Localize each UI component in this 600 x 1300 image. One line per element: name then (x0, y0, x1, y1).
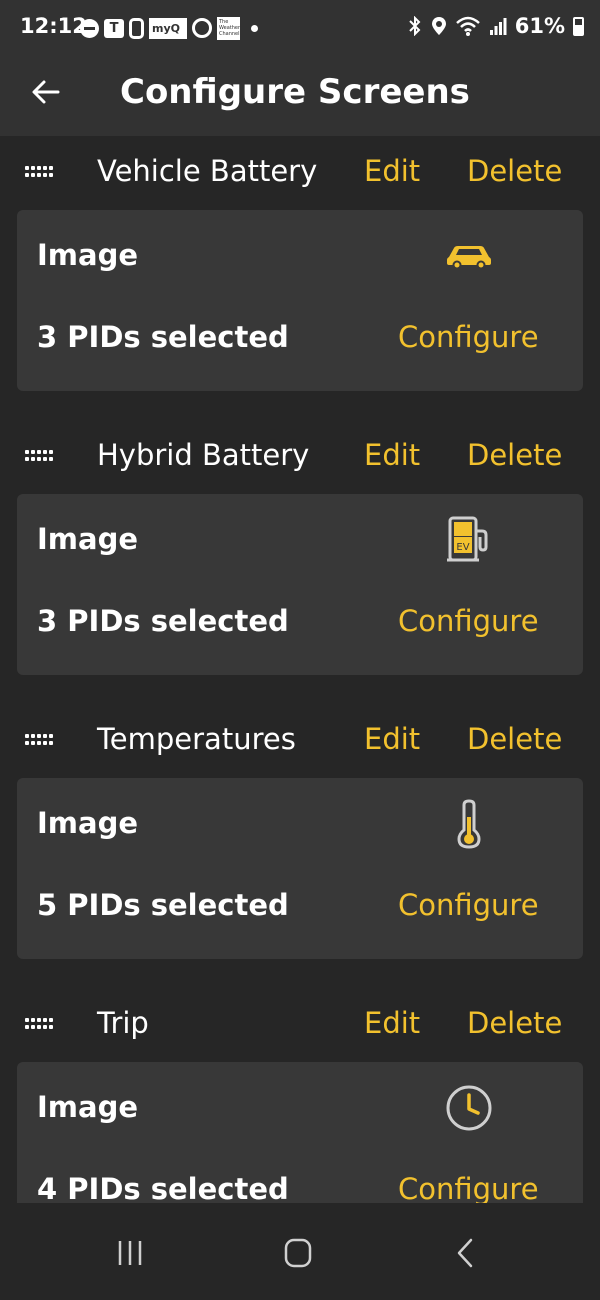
car-icon[interactable] (437, 224, 501, 288)
screen-card-vehicle-battery: Image 3 PIDs selected Configure (17, 210, 583, 391)
status-bar: 12:12 T myQ The Weather Channel 61% (0, 0, 600, 58)
ev-label: EV (456, 542, 469, 553)
edit-button[interactable]: Edit (364, 722, 420, 756)
edit-button[interactable]: Edit (364, 1006, 420, 1040)
weather-channel-icon: The Weather Channel (217, 16, 240, 40)
app-bar: Configure Screens (0, 58, 600, 136)
home-icon[interactable] (278, 1233, 318, 1273)
delete-button[interactable]: Delete (467, 438, 562, 472)
page-title: Configure Screens (120, 72, 470, 112)
screens-list[interactable]: Vehicle Battery Edit Delete Image 3 PIDs… (0, 136, 600, 1203)
back-arrow-icon[interactable] (28, 74, 64, 110)
bluetooth-icon (409, 16, 421, 36)
edit-button[interactable]: Edit (364, 438, 420, 472)
drag-handle-icon[interactable] (25, 1018, 55, 1030)
screen-header-temperatures: Temperatures Edit Delete (0, 704, 600, 778)
pids-selected-label: 4 PIDs selected (37, 1172, 289, 1203)
image-label: Image (37, 238, 139, 272)
watch-icon (129, 17, 144, 39)
screen-name: Hybrid Battery (97, 438, 310, 472)
location-icon (431, 17, 446, 35)
drag-handle-icon[interactable] (25, 166, 55, 178)
delete-button[interactable]: Delete (467, 154, 562, 188)
screen-name: Trip (97, 1006, 149, 1040)
image-label: Image (37, 806, 139, 840)
configure-button[interactable]: Configure (398, 1172, 539, 1203)
system-nav-bar (0, 1203, 600, 1300)
more-notifications-dot (251, 24, 258, 32)
wifi-icon (455, 16, 480, 36)
drag-handle-icon[interactable] (25, 450, 55, 462)
screen-card-hybrid-battery: Image EV 3 PIDs selected Configure (17, 494, 583, 675)
alexa-icon (192, 18, 212, 38)
image-label: Image (37, 522, 139, 556)
myq-icon: myQ (149, 17, 187, 39)
screen-header-trip: Trip Edit Delete (0, 988, 600, 1062)
recent-apps-icon[interactable] (110, 1233, 150, 1273)
status-time: 12:12 (20, 14, 87, 38)
pids-selected-label: 5 PIDs selected (37, 888, 289, 922)
configure-button[interactable]: Configure (398, 888, 539, 922)
screen-card-temperatures: Image 5 PIDs selected Configure (17, 778, 583, 959)
clock-icon[interactable] (437, 1076, 501, 1140)
drag-handle-icon[interactable] (25, 734, 55, 746)
delete-button[interactable]: Delete (467, 1006, 562, 1040)
image-label: Image (37, 1090, 139, 1124)
screen-header-hybrid-battery: Hybrid Battery Edit Delete (0, 420, 600, 494)
screen-name: Vehicle Battery (97, 154, 318, 188)
battery-percent: 61% (514, 14, 565, 38)
delete-button[interactable]: Delete (467, 722, 562, 756)
ev-charger-icon[interactable]: EV (437, 508, 501, 572)
pids-selected-label: 3 PIDs selected (37, 604, 289, 638)
edit-button[interactable]: Edit (364, 154, 420, 188)
back-icon[interactable] (446, 1233, 486, 1273)
screen-card-trip: Image 4 PIDs selected Configure (17, 1062, 583, 1203)
teams-icon: T (104, 18, 124, 38)
configure-button[interactable]: Configure (398, 604, 539, 638)
configure-button[interactable]: Configure (398, 320, 539, 354)
signal-icon (489, 18, 507, 35)
notification-icons: T myQ The Weather Channel (80, 16, 258, 40)
pids-selected-label: 3 PIDs selected (37, 320, 289, 354)
screen-header-vehicle-battery: Vehicle Battery Edit Delete (0, 136, 600, 210)
do-not-disturb-icon (80, 18, 99, 38)
thermometer-icon[interactable] (437, 792, 501, 856)
status-right: 61% (407, 14, 584, 38)
screen-name: Temperatures (97, 722, 296, 756)
battery-icon (573, 16, 584, 36)
